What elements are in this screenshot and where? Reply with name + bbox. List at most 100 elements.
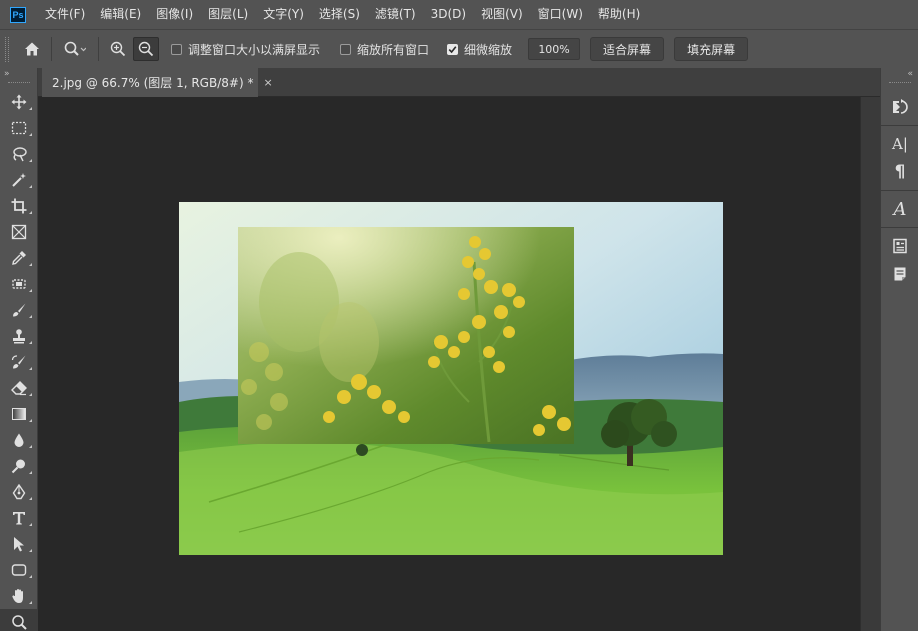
menu-3d[interactable]: 3D(D) — [424, 0, 474, 29]
history-icon — [893, 99, 908, 114]
document-tab-title: 2.jpg @ 66.7% (图层 1, RGB/8#) * — [52, 76, 254, 90]
rounded-rectangle-icon — [11, 564, 27, 576]
pen-nib-icon — [12, 484, 26, 500]
hand-tool[interactable] — [0, 583, 38, 609]
dodge-icon — [11, 459, 25, 474]
eyedropper-tool[interactable] — [0, 245, 38, 271]
dodge-tool[interactable] — [0, 453, 38, 479]
close-tab-icon[interactable]: × — [263, 76, 272, 89]
landscape-photo — [179, 202, 723, 555]
type-tool[interactable] — [0, 505, 38, 531]
brush-tool[interactable] — [0, 297, 38, 323]
menu-select[interactable]: 选择(S) — [312, 0, 368, 29]
healing-brush-icon — [12, 279, 26, 289]
notes-icon — [894, 267, 906, 281]
zoom-all-checkbox[interactable] — [340, 43, 352, 55]
zoom-out-icon — [138, 41, 154, 57]
history-panel-button[interactable] — [881, 93, 918, 121]
properties-panel-button[interactable] — [881, 232, 918, 260]
tools-panel: » — [0, 68, 38, 631]
rectangle-tool[interactable] — [0, 557, 38, 583]
lasso-tool[interactable] — [0, 141, 38, 167]
fit-screen-button[interactable]: 适合屏幕 — [590, 37, 665, 61]
properties-icon — [893, 238, 907, 254]
menu-image[interactable]: 图像(I) — [149, 0, 201, 29]
blur-tool[interactable] — [0, 427, 38, 453]
character-panel-button[interactable]: A| — [881, 130, 918, 158]
scrubby-zoom-option[interactable]: 细微缩放 — [447, 41, 512, 58]
type-panel-group: A| ¶ — [881, 126, 918, 191]
arrow-cursor-icon — [14, 537, 24, 552]
fill-screen-button[interactable]: 填充屏幕 — [674, 37, 749, 61]
notes-panel-button[interactable] — [881, 260, 918, 288]
resize-windows-checkbox[interactable] — [171, 43, 182, 55]
collapse-toolbar-button[interactable]: » — [0, 68, 37, 80]
menu-filter[interactable]: 滤镜(T) — [368, 0, 424, 29]
zoom-all-option[interactable]: 缩放所有窗口 — [340, 41, 429, 58]
menu-edit[interactable]: 编辑(E) — [93, 0, 149, 29]
eraser-tool[interactable] — [0, 375, 38, 401]
zoom-in-button[interactable] — [105, 37, 131, 61]
panel-grip[interactable] — [888, 82, 911, 85]
marquee-tool[interactable] — [0, 115, 38, 141]
move-icon — [11, 94, 27, 110]
zoom-tool-icon — [12, 615, 27, 630]
pen-tool[interactable] — [0, 479, 38, 505]
stamp-icon — [13, 329, 25, 344]
healing-brush-tool[interactable] — [0, 271, 38, 297]
rectangular-marquee-icon — [11, 121, 27, 135]
zoom-out-button[interactable] — [133, 37, 159, 61]
path-selection-tool[interactable] — [0, 531, 38, 557]
frame-tool[interactable] — [0, 219, 38, 245]
right-panel-dock: « A| ¶ A — [880, 68, 918, 631]
properties-panel-group — [881, 228, 918, 292]
menu-window[interactable]: 窗口(W) — [531, 0, 591, 29]
zoom-magnifier-icon — [64, 41, 86, 56]
checkmark-icon — [448, 45, 457, 53]
type-t-icon — [13, 512, 25, 525]
menu-type[interactable]: 文字(Y) — [256, 0, 312, 29]
document-tab-bar: 2.jpg @ 66.7% (图层 1, RGB/8#) * × — [38, 68, 880, 97]
magic-wand-tool[interactable] — [0, 167, 38, 193]
collapse-panels-button[interactable]: « — [881, 68, 918, 80]
photoshop-logo: Ps — [10, 6, 26, 23]
options-bar-grip[interactable] — [5, 36, 9, 62]
clone-stamp-tool[interactable] — [0, 323, 38, 349]
crop-icon — [11, 198, 27, 214]
history-brush-icon — [11, 355, 26, 369]
vertical-scrollbar[interactable] — [860, 97, 880, 631]
scrubby-zoom-checkbox[interactable] — [447, 43, 459, 55]
home-button[interactable] — [19, 37, 45, 61]
hand-icon — [12, 589, 23, 603]
menu-file[interactable]: 文件(F) — [38, 0, 93, 29]
menu-layer[interactable]: 图层(L) — [201, 0, 256, 29]
move-tool[interactable] — [0, 89, 38, 115]
document-tab[interactable]: 2.jpg @ 66.7% (图层 1, RGB/8#) * × — [42, 68, 273, 97]
menu-help[interactable]: 帮助(H) — [591, 0, 648, 29]
menu-bar: Ps 文件(F) 编辑(E) 图像(I) 图层(L) 文字(Y) 选择(S) 滤… — [0, 0, 918, 29]
paragraph-panel-button[interactable]: ¶ — [881, 158, 918, 186]
resize-windows-option[interactable]: 调整窗口大小以满屏显示 — [171, 41, 320, 58]
gradient-tool[interactable] — [0, 401, 38, 427]
separator — [51, 37, 52, 61]
zoom-all-label: 缩放所有窗口 — [357, 42, 430, 57]
magic-wand-icon — [12, 173, 26, 187]
zoom-tool[interactable] — [0, 609, 38, 631]
frame-icon — [11, 224, 27, 240]
home-icon — [25, 42, 39, 56]
crop-tool[interactable] — [0, 193, 38, 219]
scrubby-zoom-label: 细微缩放 — [464, 42, 513, 57]
eraser-icon — [11, 381, 27, 396]
history-brush-tool[interactable] — [0, 349, 38, 375]
separator — [98, 37, 99, 61]
toolbar-grip[interactable] — [7, 82, 30, 85]
menu-view[interactable]: 视图(V) — [474, 0, 531, 29]
tool-preset-picker[interactable] — [58, 37, 92, 61]
glyphs-panel-button[interactable]: A — [881, 195, 918, 223]
zoom-in-icon — [110, 41, 126, 57]
document-canvas-image[interactable] — [179, 202, 723, 555]
resize-windows-label: 调整窗口大小以满屏显示 — [188, 42, 321, 57]
zoom-percentage-field[interactable]: 100% — [528, 38, 581, 60]
lasso-icon — [13, 147, 27, 162]
gradient-icon — [12, 408, 26, 420]
